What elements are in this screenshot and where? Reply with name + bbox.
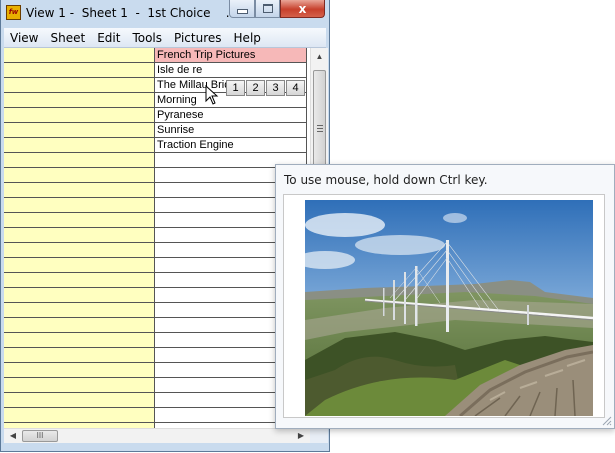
table-row <box>4 378 307 393</box>
row-marker-cell[interactable] <box>4 363 155 378</box>
row-marker-cell[interactable] <box>4 168 155 183</box>
row-marker-cell[interactable] <box>4 258 155 273</box>
grip-icon <box>317 125 323 134</box>
page-tab-2[interactable]: 2 <box>246 80 265 96</box>
menu-tools[interactable]: Tools <box>126 31 168 45</box>
row-marker-cell[interactable] <box>4 123 155 138</box>
picture-name-cell[interactable]: Traction Engine <box>155 138 307 153</box>
row-marker-cell[interactable] <box>4 273 155 288</box>
table-row <box>4 348 307 363</box>
title-bar[interactable]: fw View 1 - Sheet 1 - 1st Choice ... x <box>1 0 329 27</box>
row-marker-cell[interactable] <box>4 393 155 408</box>
table-row: Traction Engine <box>4 138 307 153</box>
row-marker-cell[interactable] <box>4 378 155 393</box>
maximize-icon <box>262 4 273 13</box>
row-marker-cell[interactable] <box>4 138 155 153</box>
millau-bridge-photo[interactable] <box>305 200 593 416</box>
row-marker-cell[interactable] <box>4 213 155 228</box>
table-row <box>4 408 307 423</box>
page-tab-3[interactable]: 3 <box>266 80 285 96</box>
row-marker-cell[interactable] <box>4 63 155 78</box>
table-row <box>4 153 307 168</box>
table-row: Isle de re <box>4 63 307 78</box>
row-marker-cell[interactable] <box>4 333 155 348</box>
row-marker-cell[interactable] <box>4 303 155 318</box>
table-row <box>4 318 307 333</box>
table-row <box>4 243 307 258</box>
picture-frame <box>283 194 605 418</box>
row-marker-cell[interactable] <box>4 408 155 423</box>
picture-name-cell[interactable]: Sunrise <box>155 123 307 138</box>
picture-name-cell[interactable]: Isle de re <box>155 63 307 78</box>
row-marker-cell[interactable] <box>4 108 155 123</box>
row-marker-cell[interactable] <box>4 48 155 63</box>
size-grip[interactable] <box>310 428 328 443</box>
table-row: Pyranese <box>4 108 307 123</box>
table-row <box>4 288 307 303</box>
table-row <box>4 273 307 288</box>
mouse-pointer-icon <box>205 85 219 105</box>
picture-hint-text: To use mouse, hold down Ctrl key. <box>284 173 488 187</box>
menu-pictures[interactable]: Pictures <box>168 31 228 45</box>
table-row <box>4 333 307 348</box>
horizontal-scrollbar[interactable]: ◀ III ▶ <box>4 428 310 443</box>
table-row <box>4 198 307 213</box>
menu-edit[interactable]: Edit <box>91 31 126 45</box>
row-marker-cell[interactable] <box>4 348 155 363</box>
scroll-right-icon[interactable]: ▶ <box>293 429 309 443</box>
row-marker-cell[interactable] <box>4 243 155 258</box>
app-icon[interactable]: fw <box>6 5 21 20</box>
scroll-left-icon[interactable]: ◀ <box>5 429 21 443</box>
page-tabs: 1 2 3 4 <box>226 80 306 96</box>
page-tab-1[interactable]: 1 <box>226 80 245 96</box>
sheet-grid: French Trip Pictures Isle de re The Millau… <box>4 48 307 438</box>
table-row <box>4 228 307 243</box>
table-row <box>4 393 307 408</box>
menu-view[interactable]: View <box>4 31 44 45</box>
horizontal-scroll-thumb[interactable]: III <box>22 430 58 442</box>
minimize-icon <box>236 9 248 14</box>
table-row <box>4 213 307 228</box>
table-row <box>4 258 307 273</box>
row-marker-cell[interactable] <box>4 93 155 108</box>
row-marker-cell[interactable] <box>4 198 155 213</box>
row-marker-cell[interactable] <box>4 153 155 168</box>
resize-grip-icon[interactable] <box>600 414 612 426</box>
window-title: View 1 - Sheet 1 - 1st Choice ... <box>26 6 238 20</box>
row-marker-cell[interactable] <box>4 78 155 93</box>
picture-name-cell[interactable]: French Trip Pictures <box>155 48 307 63</box>
table-row <box>4 183 307 198</box>
menu-bar: View Sheet Edit Tools Pictures Help <box>4 28 326 48</box>
page-tab-4[interactable]: 4 <box>286 80 305 96</box>
maximize-button[interactable] <box>255 0 280 18</box>
picture-preview-window[interactable]: To use mouse, hold down Ctrl key. <box>275 164 615 429</box>
minimize-button[interactable] <box>229 0 255 18</box>
close-icon: x <box>298 1 307 16</box>
table-row: Sunrise <box>4 123 307 138</box>
row-marker-cell[interactable] <box>4 318 155 333</box>
table-row: French Trip Pictures <box>4 48 307 63</box>
row-marker-cell[interactable] <box>4 228 155 243</box>
table-row <box>4 303 307 318</box>
picture-name-cell[interactable]: Pyranese <box>155 108 307 123</box>
row-marker-cell[interactable] <box>4 183 155 198</box>
close-button[interactable]: x <box>280 0 325 18</box>
scroll-up-icon[interactable]: ▲ <box>311 49 328 65</box>
table-row <box>4 363 307 378</box>
row-marker-cell[interactable] <box>4 288 155 303</box>
table-row <box>4 168 307 183</box>
menu-sheet[interactable]: Sheet <box>44 31 91 45</box>
menu-help[interactable]: Help <box>228 31 267 45</box>
